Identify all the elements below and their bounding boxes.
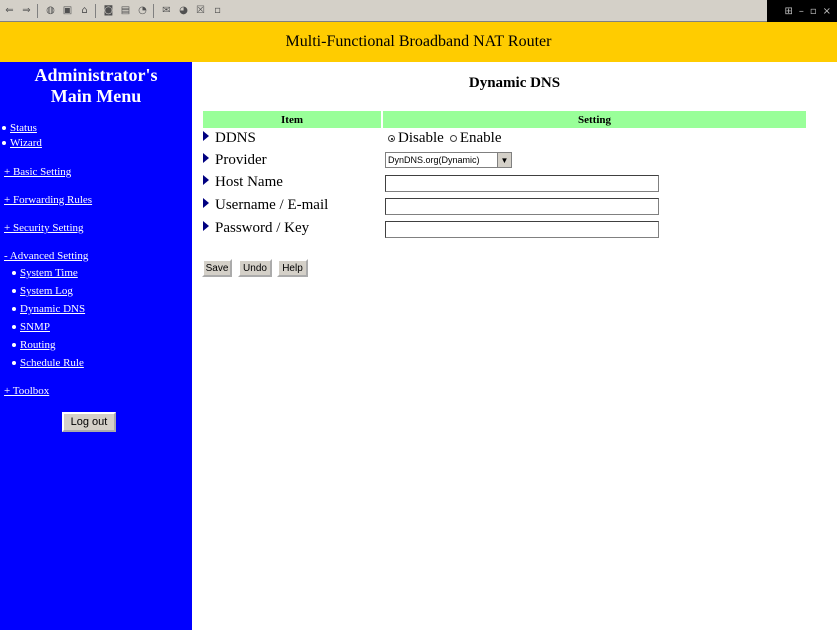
sidebar-item-label[interactable]: Wizard (10, 137, 42, 149)
sidebar-item-status[interactable]: Status (2, 122, 37, 134)
search-icon[interactable]: ◙ (101, 3, 116, 18)
refresh-icon[interactable]: ▣ (60, 3, 75, 18)
row-label-text: Host Name (215, 174, 283, 190)
sidebar-item-label[interactable]: + Security Setting (4, 222, 84, 234)
sidebar-item-security-setting[interactable]: + Security Setting (4, 222, 84, 234)
page-title: Dynamic DNS (468, 75, 561, 91)
sidebar-item-label[interactable]: Routing (20, 339, 55, 351)
username-input[interactable] (385, 198, 659, 215)
sidebar-item-label[interactable]: + Basic Setting (4, 166, 71, 178)
mail-icon[interactable]: ✉ (159, 3, 174, 18)
bullet-icon (12, 307, 16, 312)
ddns-disable-label: Disable (398, 130, 444, 146)
provider-select-value: DynDNS.org(Dynamic) (388, 155, 480, 165)
sidebar-item-routing[interactable]: Routing (12, 339, 55, 351)
sidebar-item-dynamic-dns[interactable]: Dynamic DNS (12, 303, 85, 315)
arrow-icon (203, 175, 209, 185)
provider-select[interactable]: DynDNS.org(Dynamic) ▼ (385, 152, 512, 168)
sidebar-item-schedule-rule[interactable]: Schedule Rule (12, 357, 84, 369)
sidebar-item-label[interactable]: SNMP (20, 321, 50, 333)
arrow-icon (203, 131, 209, 141)
forward-icon[interactable]: ⇒ (19, 3, 34, 18)
row-label-provider: Provider (203, 152, 267, 169)
column-header-setting: Setting (383, 111, 806, 128)
minimize-icon[interactable]: – (799, 6, 804, 17)
stop-icon[interactable]: ◍ (43, 3, 58, 18)
undo-button[interactable]: Undo (238, 259, 272, 277)
sidebar-item-label[interactable]: Schedule Rule (20, 357, 84, 369)
toolbar-divider (37, 3, 38, 18)
sidebar-item-label[interactable]: System Log (20, 285, 73, 297)
row-label-text: Provider (215, 152, 267, 168)
browser-toolbar: ⇐ ⇒ ◍ ▣ ⌂ ◙ ▤ ◔ ✉ ◕ ☒ ▫ ⊞ – ▫ × (0, 0, 837, 22)
sidebar-item-advanced-setting[interactable]: - Advanced Setting (4, 250, 88, 262)
bullet-icon (12, 289, 16, 294)
print-icon[interactable]: ◕ (176, 3, 191, 18)
sidebar-item-wizard[interactable]: Wizard (2, 137, 42, 149)
favorites-icon[interactable]: ▤ (118, 3, 133, 18)
bullet-icon (12, 361, 16, 366)
row-label-text: Password / Key (215, 220, 310, 236)
banner-title: Multi-Functional Broadband NAT Router (285, 33, 552, 50)
menu-title-line1: Administrator's (34, 65, 158, 85)
sidebar-item-forwarding-rules[interactable]: + Forwarding Rules (4, 194, 92, 206)
toolbar-divider (153, 3, 154, 18)
row-label-ddns: DDNS (203, 130, 256, 147)
sidebar-item-label[interactable]: System Time (20, 267, 78, 279)
sidebar-item-toolbox[interactable]: + Toolbox (4, 385, 49, 397)
sidebar-item-system-log[interactable]: System Log (12, 285, 73, 297)
sidebar-item-label[interactable]: - Advanced Setting (4, 250, 88, 262)
row-label-text: DDNS (215, 130, 256, 146)
sidebar-item-label[interactable]: + Forwarding Rules (4, 194, 92, 206)
menu-title: Administrator's Main Menu (0, 65, 192, 107)
row-label-password: Password / Key (203, 220, 309, 237)
sidebar-item-system-time[interactable]: System Time (12, 267, 78, 279)
host-name-input[interactable] (385, 175, 659, 192)
arrow-icon (203, 198, 209, 208)
save-button[interactable]: Save (202, 259, 232, 277)
edit-icon[interactable]: ☒ (193, 3, 208, 18)
home-icon[interactable]: ⌂ (77, 3, 92, 18)
logout-button[interactable]: Log out (62, 412, 116, 432)
row-label-username: Username / E-mail (203, 197, 328, 214)
ddns-enable-radio[interactable] (449, 135, 457, 142)
column-header-item: Item (203, 111, 381, 128)
bullet-icon (2, 141, 6, 146)
ddns-radio-group: Disable Enable (388, 130, 501, 147)
bullet-icon (12, 343, 16, 348)
window-controls: ⊞ – ▫ × (767, 0, 837, 22)
close-icon[interactable]: × (823, 6, 831, 17)
sidebar: Administrator's Main Menu Status Wizard … (0, 62, 192, 630)
bullet-icon (12, 271, 16, 276)
history-icon[interactable]: ◔ (135, 3, 150, 18)
maximize-icon[interactable]: ▫ (810, 6, 817, 17)
sidebar-item-label[interactable]: + Toolbox (4, 385, 49, 397)
menu-title-line2: Main Menu (50, 86, 142, 106)
ddns-enable-label: Enable (459, 130, 502, 146)
bullet-icon (2, 126, 6, 131)
row-label-text: Username / E-mail (215, 197, 329, 213)
row-label-host-name: Host Name (203, 174, 283, 191)
discuss-icon[interactable]: ▫ (210, 3, 225, 18)
sidebar-item-label[interactable]: Status (10, 122, 37, 134)
sidebar-item-snmp[interactable]: SNMP (12, 321, 50, 333)
sidebar-item-basic-setting[interactable]: + Basic Setting (4, 166, 71, 178)
back-icon[interactable]: ⇐ (2, 3, 17, 18)
bullet-icon (12, 325, 16, 330)
toolbar-divider (95, 3, 96, 18)
chevron-down-icon[interactable]: ▼ (497, 153, 511, 167)
password-input[interactable] (385, 221, 659, 238)
router-banner: Multi-Functional Broadband NAT Router (0, 22, 837, 62)
sidebar-item-label[interactable]: Dynamic DNS (20, 303, 85, 315)
ddns-disable-radio[interactable] (388, 135, 395, 142)
arrow-icon (203, 153, 209, 163)
windows-logo-icon: ⊞ (784, 5, 793, 17)
help-button[interactable]: Help (277, 259, 308, 277)
arrow-icon (203, 221, 209, 231)
